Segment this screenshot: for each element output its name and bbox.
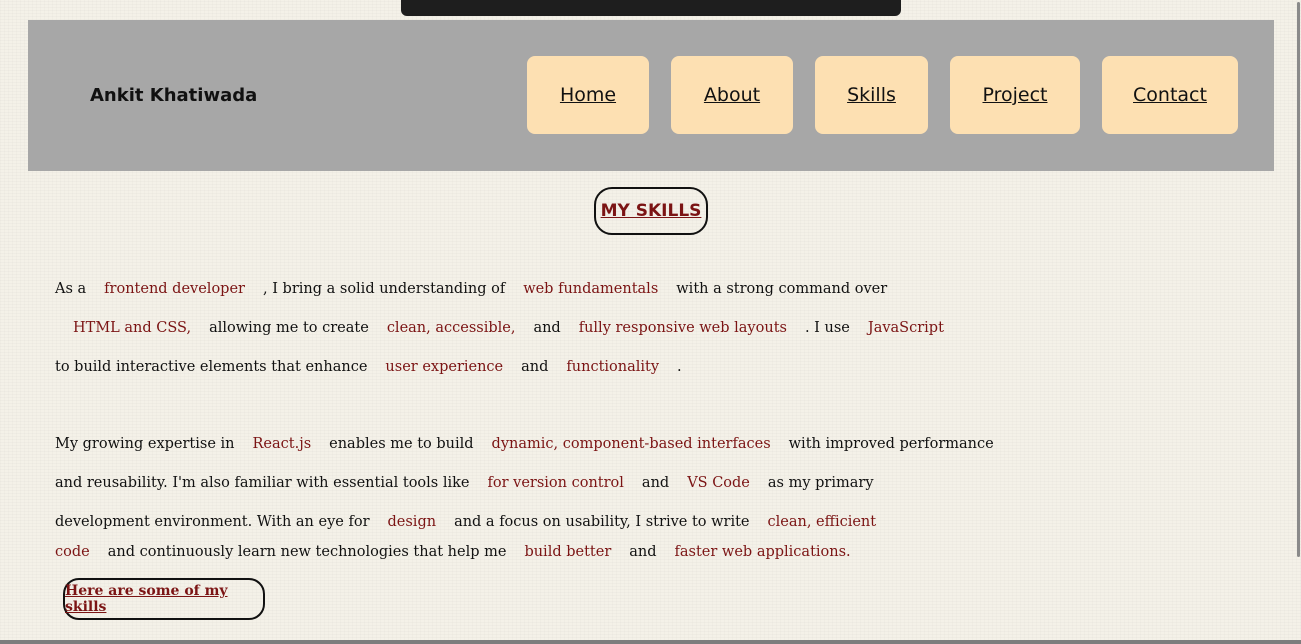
- highlight: for version control: [487, 475, 624, 491]
- scrollbar-thumb[interactable]: [1297, 2, 1300, 557]
- highlight: dynamic, component-based interfaces: [491, 436, 771, 452]
- paragraph-2-line-1: My growing expertise in React.js enables m…: [55, 435, 1012, 453]
- highlight: functionality: [566, 359, 660, 375]
- text: and continuously learn new technologies …: [107, 544, 507, 560]
- highlight: clean, efficient: [767, 514, 877, 530]
- highlight: code: [55, 544, 90, 560]
- highlight: VS Code: [687, 475, 750, 491]
- highlight: user experience: [385, 359, 504, 375]
- section-title: MY SKILLS: [594, 187, 708, 235]
- text: as my primary: [767, 475, 874, 491]
- highlight: frontend developer: [104, 281, 245, 297]
- text: enables me to build: [329, 436, 474, 452]
- site-header: Ankit Khatiwada Home About Skills Projec…: [28, 20, 1274, 171]
- text: and: [533, 320, 561, 336]
- text: . I use: [804, 320, 850, 336]
- text: to build interactive elements that enhan…: [55, 359, 368, 375]
- text: and a focus on usability, I strive to wr…: [454, 514, 750, 530]
- text: with a strong command over: [676, 281, 888, 297]
- highlight: fully responsive web layouts: [578, 320, 787, 336]
- skills-list-button[interactable]: Here are some of my skills: [63, 578, 265, 620]
- highlight: React.js: [252, 436, 312, 452]
- browser-top-bar: [401, 0, 901, 16]
- nav-skills-button[interactable]: Skills: [815, 56, 928, 134]
- paragraph-2-line-4: code and continuously learn new technolog…: [55, 543, 869, 561]
- scrollbar[interactable]: [1296, 0, 1301, 644]
- paragraph-1-line-1: As a frontend developer , I bring a solid …: [55, 280, 905, 298]
- text: development environment. With an eye for: [55, 514, 370, 530]
- text: allowing me to create: [209, 320, 369, 336]
- paragraph-1-line-2: HTML and CSS, allowing me to create clean,…: [73, 319, 962, 337]
- text: and: [521, 359, 549, 375]
- highlight: design: [387, 514, 437, 530]
- highlight: web fundamentals: [523, 281, 659, 297]
- text: and: [641, 475, 670, 491]
- highlight: clean, accessible,: [386, 320, 516, 336]
- paragraph-1-line-3: to build interactive elements that enhan…: [55, 358, 700, 376]
- nav-project-button[interactable]: Project: [950, 56, 1080, 134]
- brand-name: Ankit Khatiwada: [90, 85, 258, 106]
- highlight: faster web applications.: [674, 544, 851, 560]
- nav-contact-button[interactable]: Contact: [1102, 56, 1238, 134]
- text: , I bring a solid understanding of: [262, 281, 506, 297]
- highlight: build better: [524, 544, 612, 560]
- bottom-divider: [0, 640, 1301, 644]
- text: .: [677, 359, 682, 375]
- text: with improved performance: [788, 436, 994, 452]
- highlight: HTML and CSS,: [73, 320, 192, 336]
- text: and: [629, 544, 657, 560]
- text: My growing expertise in: [55, 436, 235, 452]
- nav-home-button[interactable]: Home: [527, 56, 649, 134]
- highlight: JavaScript: [867, 320, 944, 336]
- paragraph-2-line-3: development environment. With an eye for…: [55, 513, 894, 531]
- text: and reusability. I'm also familiar with …: [55, 475, 470, 491]
- paragraph-2-line-2: and reusability. I'm also familiar with …: [55, 474, 892, 492]
- nav-about-button[interactable]: About: [671, 56, 793, 134]
- text: As a: [55, 281, 87, 297]
